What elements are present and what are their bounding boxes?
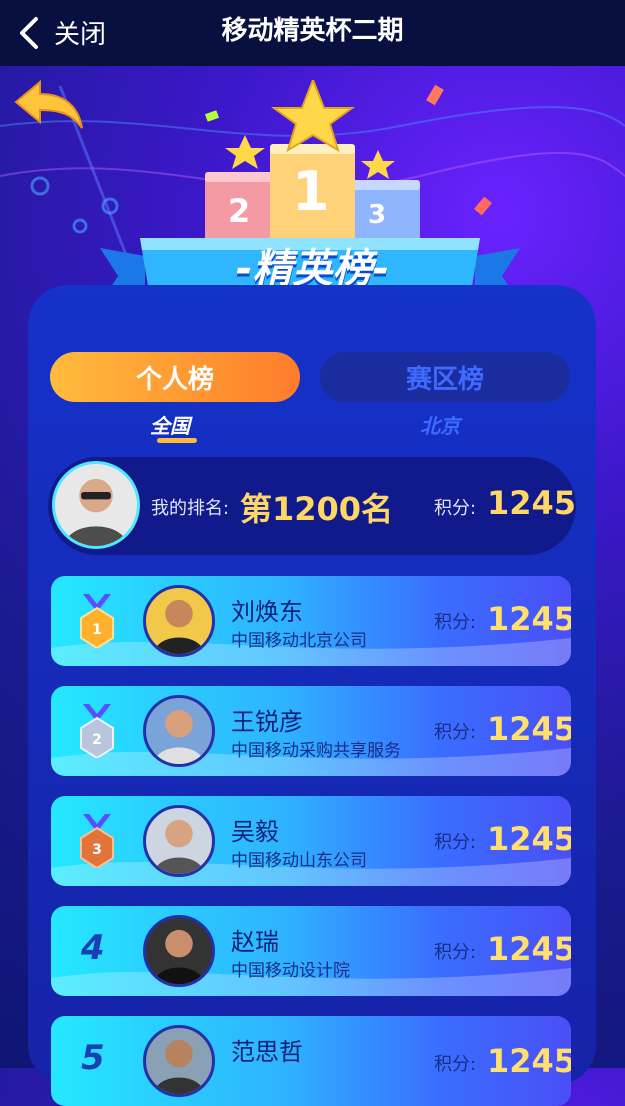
tab-personal[interactable]: 个人榜 (50, 352, 300, 402)
list-item[interactable]: 3 吴毅 中国移动山东公司 积分: 1245 (51, 796, 571, 886)
top-bar: 关闭 移动精英杯二期 (0, 0, 625, 66)
rank-number: 4 (81, 928, 105, 968)
score-label: 积分: (434, 832, 477, 853)
user-org: 中国移动山东公司 (231, 851, 367, 871)
user-org: 中国移动设计院 (231, 961, 350, 981)
user-org: 中国移动采购共享服务 (231, 741, 401, 761)
subtab-national[interactable]: 全国 (150, 410, 190, 439)
subtab-underline (157, 438, 197, 443)
list-item[interactable]: 5 范思哲 积分: 1245 (51, 1016, 571, 1106)
avatar (143, 1025, 215, 1097)
svg-text:1: 1 (92, 622, 102, 638)
score-value: 1245 (487, 820, 571, 858)
list-item[interactable]: 1 刘焕东 中国移动北京公司 积分: 1245 (51, 576, 571, 666)
score-label: 积分: (434, 722, 477, 743)
score-value: 1245 (487, 600, 571, 638)
score-value: 1245 (487, 710, 571, 748)
my-score-label: 积分: (434, 498, 477, 519)
avatar (52, 461, 140, 549)
person-icon (153, 599, 205, 654)
user-name: 刘焕东 (231, 598, 303, 626)
gold-medal-icon: 1 (80, 594, 114, 648)
list-item[interactable]: 4 赵瑞 中国移动设计院 积分: 1245 (51, 906, 571, 996)
person-icon (153, 1039, 205, 1094)
svg-text:2: 2 (92, 732, 102, 748)
my-rank-label: 我的排名: (151, 498, 230, 519)
rank-number: 5 (81, 1038, 105, 1078)
score-value: 1245 (487, 1042, 571, 1080)
podium-first: 1 (292, 160, 330, 223)
person-icon (153, 819, 205, 874)
user-org: 中国移动北京公司 (231, 631, 367, 651)
user-name: 范思哲 (231, 1038, 303, 1066)
avatar (143, 915, 215, 987)
score-label: 积分: (434, 612, 477, 633)
person-icon (64, 478, 128, 546)
podium-second: 2 (228, 192, 251, 230)
person-icon (153, 709, 205, 764)
subtab-beijing[interactable]: 北京 (420, 410, 460, 439)
user-name: 赵瑞 (231, 928, 279, 956)
user-name: 吴毅 (231, 818, 279, 846)
avatar (143, 695, 215, 767)
avatar (143, 585, 215, 657)
back-arrow-icon[interactable] (10, 76, 88, 136)
ranking-tabs: 个人榜 赛区榜 (50, 352, 572, 402)
avatar (143, 805, 215, 877)
person-icon (153, 929, 205, 984)
score-label: 积分: (434, 942, 477, 963)
tab-division[interactable]: 赛区榜 (320, 352, 570, 402)
silver-medal-icon: 2 (80, 704, 114, 758)
svg-text:3: 3 (92, 842, 102, 858)
score-value: 1245 (487, 930, 571, 968)
page-title: 移动精英杯二期 (221, 16, 404, 46)
list-item[interactable]: 2 王锐彦 中国移动采购共享服务 积分: 1245 (51, 686, 571, 776)
my-rank-value: 第1200名 (240, 490, 394, 528)
podium-third: 3 (368, 200, 387, 230)
my-score-value: 1245 (487, 484, 577, 522)
bronze-medal-icon: 3 (80, 814, 114, 868)
user-name: 王锐彦 (231, 708, 303, 736)
score-label: 积分: (434, 1054, 477, 1075)
